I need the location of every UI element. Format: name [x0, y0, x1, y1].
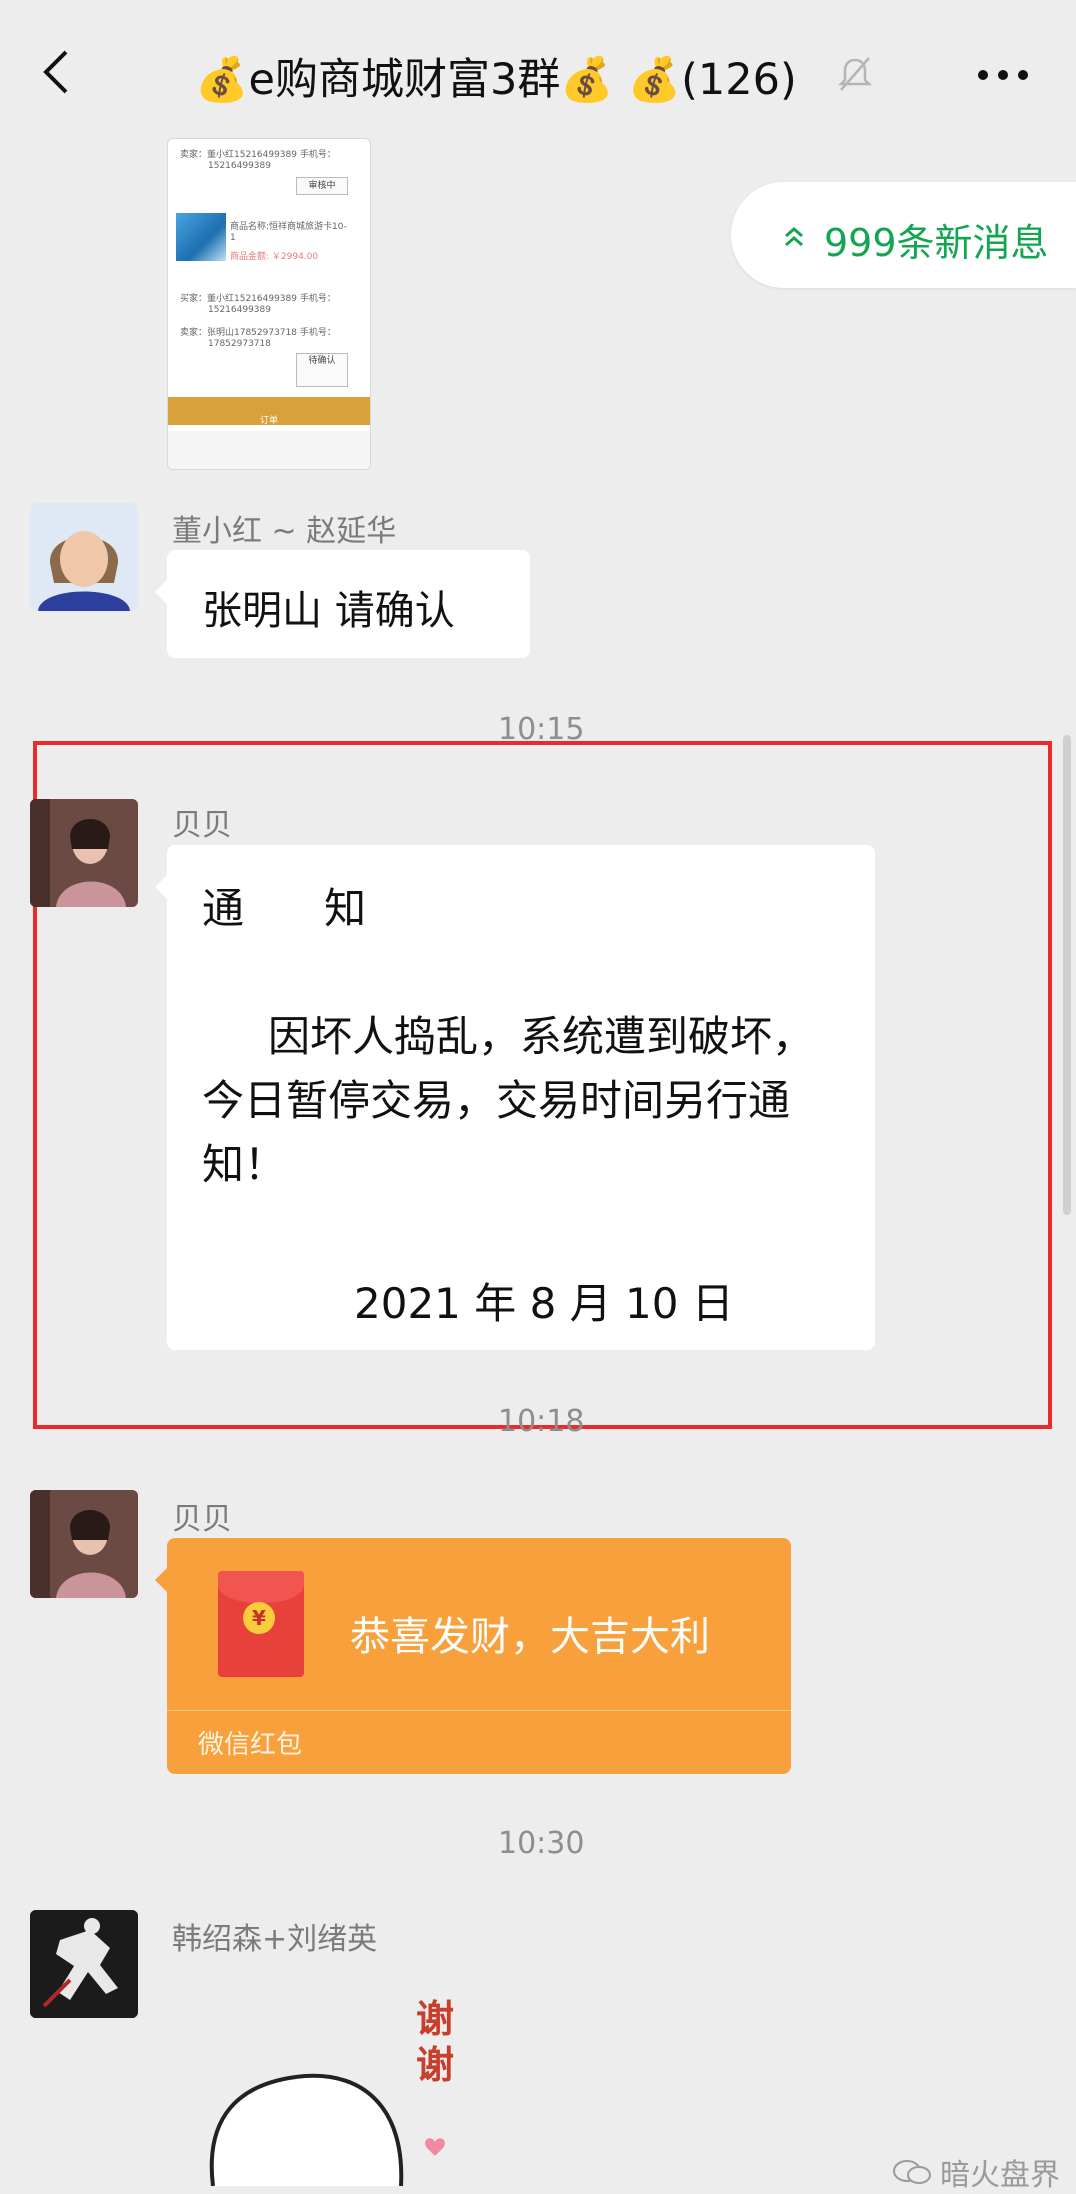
order-screenshot-thumbnail[interactable]: 卖家：董小红15216499389 手机号： 15216499389 审核中 商… — [167, 138, 371, 470]
avatar[interactable] — [30, 1910, 138, 2018]
avatar-image — [30, 1910, 138, 2018]
bell-off-icon — [838, 57, 872, 91]
avatar[interactable] — [30, 503, 138, 611]
notice-body: 因坏人捣乱，系统遭到破坏，今日暂停交易，交易时间另行通知！ — [202, 1012, 815, 1189]
avatar-image — [30, 503, 138, 611]
avatar-image — [30, 1490, 138, 1598]
sender-name: 贝贝 — [172, 1502, 232, 1537]
thumb-line: 17852973718 — [208, 339, 271, 349]
thumb-line: 1 — [230, 233, 236, 243]
thumb-line: 15216499389 — [208, 161, 271, 171]
timestamp: 10:30 — [498, 1826, 585, 1861]
watermark: 暗火盘界 — [940, 2158, 1060, 2193]
avatar[interactable] — [30, 1490, 138, 1598]
red-packet-divider — [167, 1710, 791, 1711]
chevron-left-icon[interactable] — [32, 44, 88, 100]
sender-name: 董小红 ~ 赵延华 — [172, 514, 397, 549]
product-image — [176, 213, 226, 261]
sender-name: 贝贝 — [172, 808, 232, 843]
red-packet-label: 微信红包 — [198, 1730, 303, 1760]
thumb-line: 买家：董小红15216499389 手机号： — [180, 294, 336, 304]
sticker-text: 谢谢 — [416, 1997, 455, 2087]
wechat-logo-icon — [893, 2160, 931, 2184]
chat-title: 💰e购商城财富3群💰 💰(126) — [195, 55, 797, 105]
sender-name: 韩绍森+刘绪英 — [172, 1922, 378, 1957]
scrollbar[interactable] — [1063, 735, 1071, 1215]
thumb-line: 卖家：张明山17852973718 手机号： — [180, 328, 336, 338]
thumb-line: 商品金额: ￥2994.00 — [230, 252, 319, 262]
thumb-nav-bar — [168, 431, 370, 469]
avatar[interactable] — [30, 799, 138, 907]
thumb-confirm-button: 待确认 — [296, 353, 348, 387]
thumb-status-button: 审核中 — [296, 177, 348, 195]
timestamp: 10:18 — [498, 1404, 585, 1439]
red-packet-title: 恭喜发财，大吉大利 — [350, 1614, 710, 1660]
thumb-line: 卖家：董小红15216499389 手机号： — [180, 150, 336, 160]
thumb-line: 商品名称:恒祥商城旅游卡10- — [230, 222, 347, 232]
avatar-image — [30, 799, 138, 907]
message-text: 张明山 请确认 — [202, 588, 455, 634]
notice-title: 通 知 — [202, 884, 367, 933]
red-envelope-flap — [218, 1571, 304, 1603]
yuan-coin-icon: ¥ — [243, 1602, 275, 1634]
thumb-line: 15216499389 — [208, 305, 271, 315]
thumb-bar-label: 订单 — [259, 416, 278, 426]
ellipsis-icon[interactable] — [976, 68, 1030, 82]
double-chevron-up-icon — [785, 227, 803, 247]
new-messages-label[interactable]: 999条新消息 — [824, 212, 1049, 267]
notice-date: 2021 年 8 月 10 日 — [354, 1279, 734, 1328]
